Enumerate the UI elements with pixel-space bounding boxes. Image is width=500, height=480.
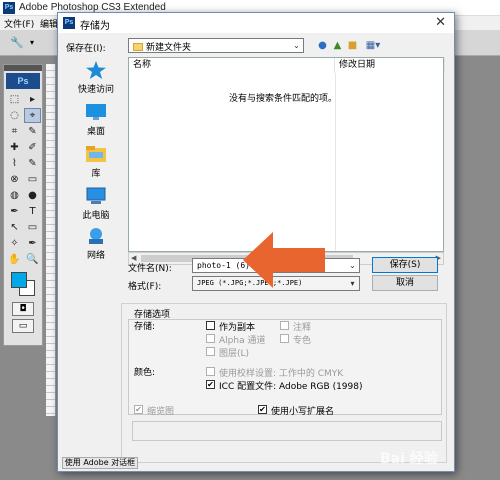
computer-icon <box>85 187 107 205</box>
dialog-title: 存储为 <box>80 21 110 32</box>
chevron-down-icon: ⌄ <box>293 41 300 50</box>
dialog-ps-icon: Ps <box>63 17 75 29</box>
tool-grid: ⬚ ▸ ◌ ⌖ ⌗ ✎ ✚ ✐ ⌇ ✎ ⊗ ▭ ◍ ● ✒ T ↖ ▭ ✧ ✒ … <box>4 91 42 268</box>
alpha-channels-label: Alpha 通道 <box>219 336 266 346</box>
place-label: 网络 <box>86 251 105 261</box>
color-label: 颜色: <box>134 368 156 378</box>
place-label: 桌面 <box>86 127 105 137</box>
view-menu-icon[interactable]: ▦▾ <box>363 39 383 52</box>
place-label: 库 <box>91 169 101 179</box>
toolbox-ps-logo: Ps <box>6 73 40 89</box>
screen-mode-icon[interactable]: ▭ <box>12 319 34 333</box>
alpha-channels-checkbox[interactable] <box>206 334 215 343</box>
layers-checkbox[interactable] <box>206 347 215 356</box>
annotations-checkbox[interactable] <box>280 321 289 330</box>
quick-mask-icon[interactable]: ◘ <box>12 302 34 316</box>
icc-profile-label: ICC 配置文件: Adobe RGB (1998) <box>219 382 363 392</box>
use-proof-label: 使用校样设置: 工作中的 CMYK <box>219 369 344 379</box>
library-icon <box>85 145 107 163</box>
menu-edit[interactable]: 编辑 <box>40 17 58 30</box>
type-tool-icon[interactable]: T <box>24 204 41 219</box>
annotation-arrow-icon <box>243 232 325 288</box>
zoom-tool-icon[interactable]: 🔧 <box>10 36 24 49</box>
thumbnail-checkbox[interactable] <box>134 405 143 414</box>
warning-field <box>132 421 442 441</box>
menu-file[interactable]: 文件(F) <box>4 17 34 30</box>
healing-tool-icon[interactable]: ✚ <box>6 140 23 155</box>
history-brush-tool-icon[interactable]: ✎ <box>24 156 41 171</box>
place-this-pc[interactable]: 此电脑 <box>64 187 128 221</box>
network-icon <box>85 227 107 245</box>
filename-label: 文件名(N): <box>128 264 172 274</box>
store-label: 存储: <box>134 322 156 332</box>
star-icon <box>85 61 107 79</box>
watermark: Bai 经验 <box>380 451 438 467</box>
up-folder-icon[interactable]: ▲ <box>331 39 344 52</box>
thumbnail-label: 缩览图 <box>147 407 175 417</box>
blur-tool-icon[interactable]: ◍ <box>6 188 23 203</box>
place-label: 快速访问 <box>77 85 114 95</box>
lasso-tool-icon[interactable]: ◌ <box>6 108 23 123</box>
format-label: 格式(F): <box>128 282 162 292</box>
crop-tool-icon[interactable]: ⌗ <box>6 124 23 139</box>
column-name[interactable]: 名称 <box>129 58 335 73</box>
folder-icon <box>133 43 143 51</box>
gradient-tool-icon[interactable]: ▭ <box>24 172 41 187</box>
vertical-ruler <box>46 64 56 416</box>
save-in-value: 新建文件夹 <box>146 43 192 53</box>
dodge-tool-icon[interactable]: ● <box>24 188 41 203</box>
save-button[interactable]: 保存(S) <box>372 257 438 273</box>
cancel-button[interactable]: 取消 <box>372 275 438 291</box>
eyedropper-tool-icon[interactable]: ✒ <box>24 236 41 251</box>
notes-tool-icon[interactable]: ✧ <box>6 236 23 251</box>
place-quick-access[interactable]: 快速访问 <box>64 61 128 95</box>
as-copy-checkbox[interactable] <box>206 321 215 330</box>
foreground-color-swatch[interactable] <box>11 272 27 288</box>
column-modified-date[interactable]: 修改日期 <box>335 58 445 73</box>
eraser-tool-icon[interactable]: ⊗ <box>6 172 23 187</box>
marquee-tool-icon[interactable]: ⬚ <box>6 92 23 107</box>
pen-tool-icon[interactable]: ✒ <box>6 204 23 219</box>
toolbox-grip[interactable] <box>4 65 42 71</box>
save-in-dropdown[interactable]: 新建文件夹 ⌄ <box>128 38 304 53</box>
places-bar: 快速访问 桌面 库 此电脑 网络 <box>64 57 128 269</box>
brush-tool-icon[interactable]: ✐ <box>24 140 41 155</box>
lowercase-ext-checkbox[interactable] <box>258 405 267 414</box>
dialog-titlebar[interactable]: Ps 存储为 ✕ <box>58 13 454 33</box>
icc-profile-checkbox[interactable] <box>206 380 215 389</box>
chevron-down-icon[interactable]: ⌄ <box>346 259 359 272</box>
photoshop-logo-icon: Ps <box>3 2 15 14</box>
file-list[interactable]: 名称 修改日期 没有与搜索条件匹配的项。 <box>128 57 445 252</box>
spot-colors-label: 专色 <box>293 336 312 346</box>
as-copy-label: 作为副本 <box>219 323 256 333</box>
path-select-tool-icon[interactable]: ↖ <box>6 220 23 235</box>
use-adobe-dialog-button[interactable]: 使用 Adobe 对话框 <box>62 457 138 469</box>
chevron-down-icon: ▾ <box>350 279 355 288</box>
back-icon[interactable]: ● <box>316 39 329 52</box>
place-desktop[interactable]: 桌面 <box>64 103 128 137</box>
use-proof-checkbox[interactable] <box>206 367 215 376</box>
tool-preset-arrow-icon[interactable]: ▾ <box>30 38 34 47</box>
spot-colors-checkbox[interactable] <box>280 334 289 343</box>
color-swatches <box>7 272 39 298</box>
close-icon[interactable]: ✕ <box>435 15 446 30</box>
save-in-label: 保存在(I): <box>66 44 106 54</box>
annotations-label: 注释 <box>293 323 312 333</box>
layers-label: 图层(L) <box>219 349 250 359</box>
hand-tool-icon[interactable]: ✋ <box>6 252 23 267</box>
toolbox: Ps ⬚ ▸ ◌ ⌖ ⌗ ✎ ✚ ✐ ⌇ ✎ ⊗ ▭ ◍ ● ✒ T ↖ ▭ ✧… <box>3 64 43 346</box>
place-library[interactable]: 库 <box>64 145 128 179</box>
lowercase-ext-label: 使用小写扩展名 <box>271 407 335 417</box>
empty-message: 没有与搜索条件匹配的项。 <box>229 94 338 104</box>
zoom-tool-icon[interactable]: 🔍 <box>24 252 41 267</box>
desktop-icon <box>85 103 107 121</box>
place-label: 此电脑 <box>82 211 110 221</box>
shape-tool-icon[interactable]: ▭ <box>24 220 41 235</box>
stamp-tool-icon[interactable]: ⌇ <box>6 156 23 171</box>
new-folder-icon[interactable]: ■ <box>346 39 359 52</box>
place-network[interactable]: 网络 <box>64 227 128 261</box>
magic-wand-tool-icon[interactable]: ⌖ <box>24 108 41 123</box>
slice-tool-icon[interactable]: ✎ <box>24 124 41 139</box>
move-tool-icon[interactable]: ▸ <box>24 92 41 107</box>
